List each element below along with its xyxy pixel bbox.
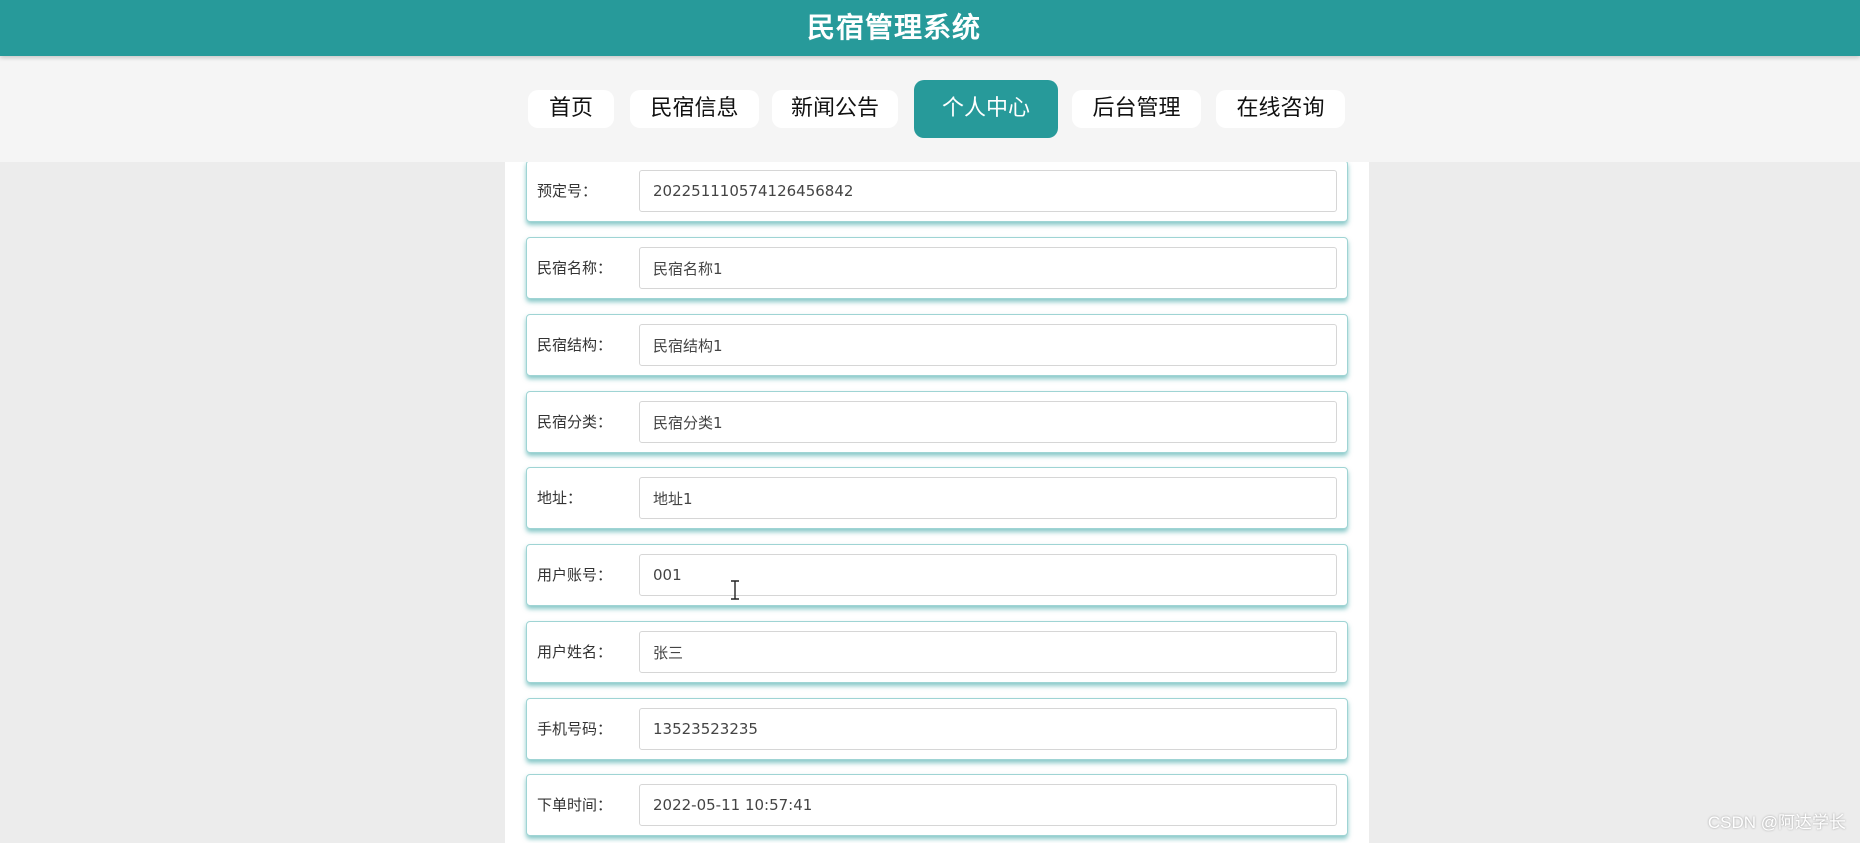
watermark: CSDN @阿达学长 [1707,813,1846,832]
field-label: 民宿结构： [537,336,613,354]
nav-item-home[interactable]: 首页 [528,90,614,128]
homestay-structure-input[interactable] [639,324,1337,366]
phone-number-input[interactable] [639,708,1337,750]
form-row-phone-number: 手机号码： [526,698,1348,760]
form-row-user-name: 用户姓名： [526,621,1348,683]
field-label: 民宿名称： [537,259,613,277]
nav-item-homestay-info[interactable]: 民宿信息 [630,90,759,128]
top-header-bar: 民宿管理系统 [0,0,1860,56]
nav-item-admin[interactable]: 后台管理 [1072,90,1201,128]
field-label: 手机号码： [537,720,613,738]
field-label: 民宿分类： [537,413,613,431]
homestay-name-input[interactable] [639,247,1337,289]
user-name-input[interactable] [639,631,1337,673]
homestay-category-input[interactable] [639,401,1337,443]
main-nav: 首页 民宿信息 新闻公告 个人中心 后台管理 在线咨询 [0,56,1860,162]
field-label: 用户姓名： [537,643,613,661]
form-row-order-time: 下单时间： [526,774,1348,836]
app-title: 民宿管理系统 [806,11,981,44]
nav-item-news[interactable]: 新闻公告 [772,90,898,128]
text-cursor-icon [730,580,740,600]
form-row-address: 地址： [526,467,1348,529]
booking-number-input[interactable] [639,170,1337,212]
form-row-homestay-structure: 民宿结构： [526,314,1348,376]
field-label: 下单时间： [537,796,613,814]
form-row-user-account: 用户账号： [526,544,1348,606]
address-input[interactable] [639,477,1337,519]
field-label: 地址： [537,489,583,507]
order-time-input[interactable] [639,784,1337,826]
user-account-input[interactable] [639,554,1337,596]
field-label: 用户账号： [537,566,613,584]
form-row-homestay-name: 民宿名称： [526,237,1348,299]
form-row-booking-number: 预定号： [526,160,1348,222]
field-label: 预定号： [537,182,598,200]
form-row-homestay-category: 民宿分类： [526,391,1348,453]
nav-item-online-consult[interactable]: 在线咨询 [1216,90,1345,128]
nav-item-personal-center[interactable]: 个人中心 [914,80,1058,138]
